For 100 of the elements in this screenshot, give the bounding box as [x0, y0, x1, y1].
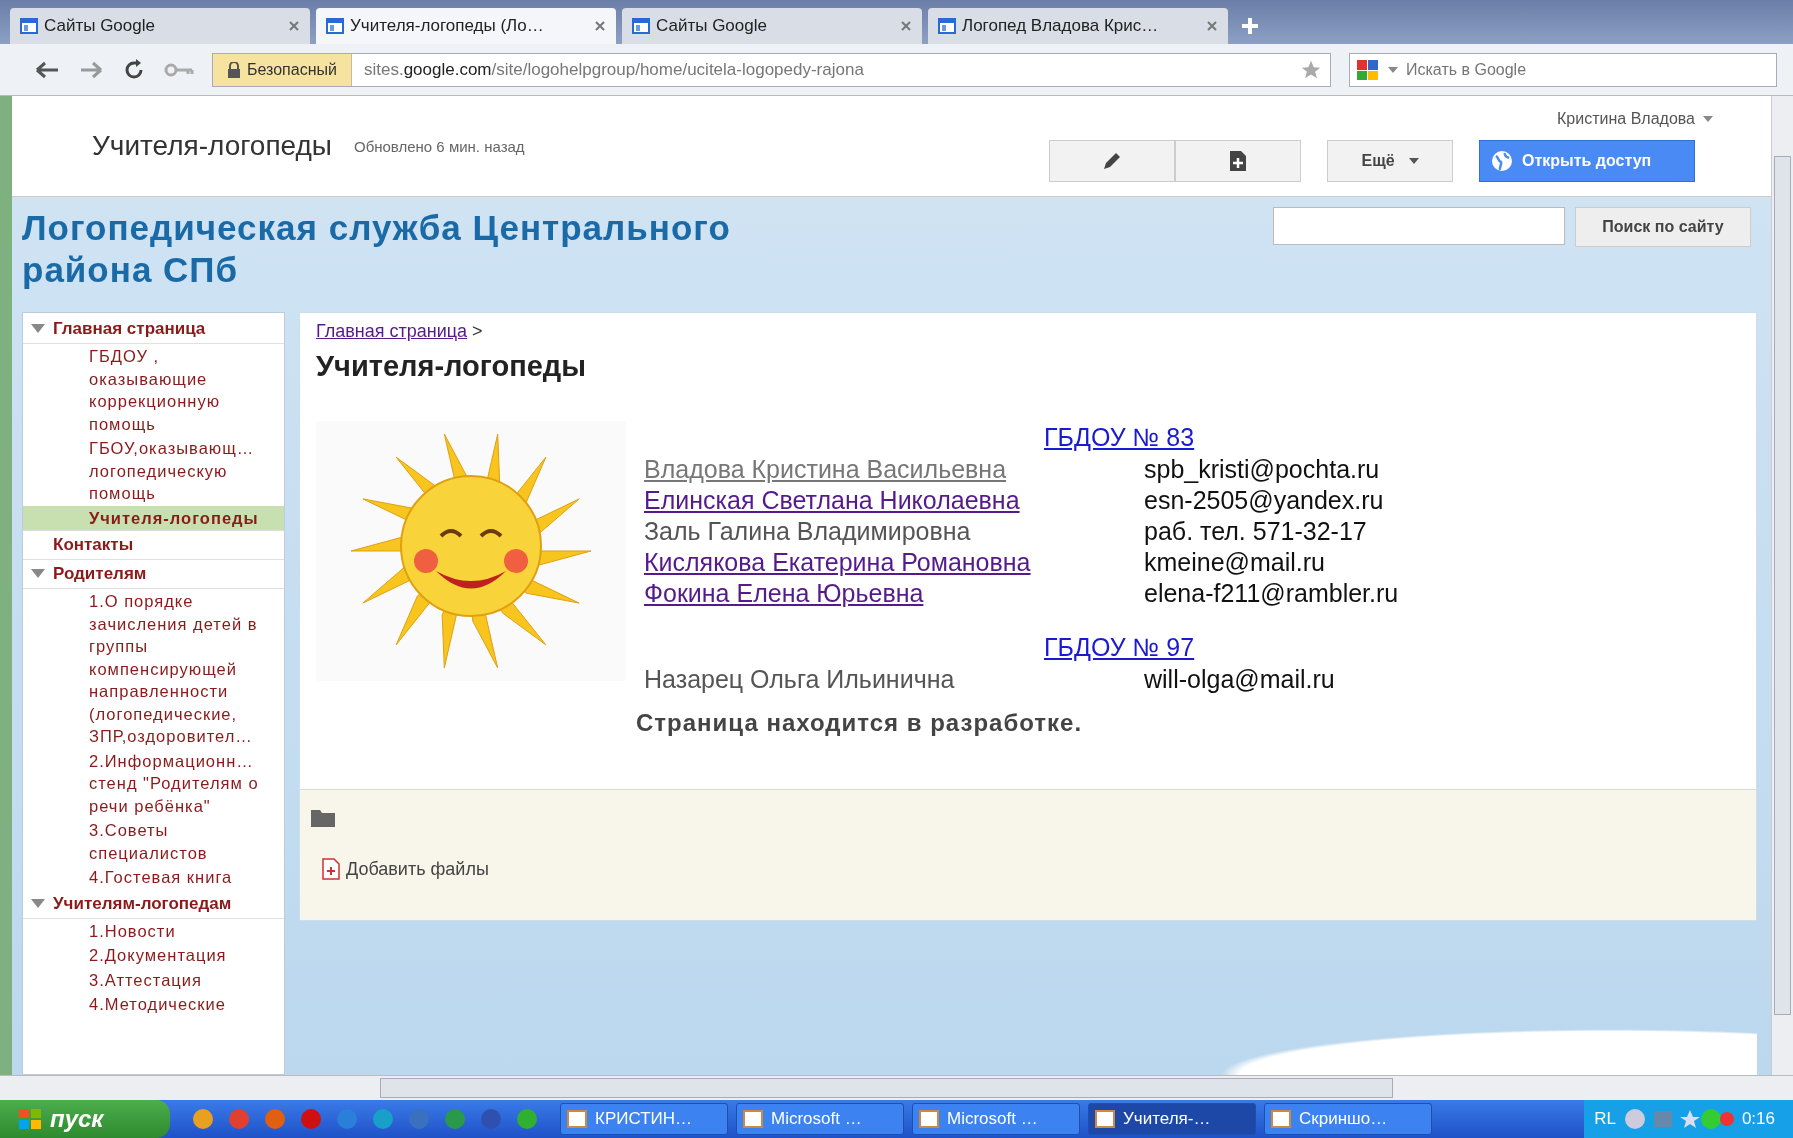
page-icon — [938, 17, 956, 35]
page-heading: Учителя-логопеды — [316, 350, 588, 383]
staff-name-link[interactable]: Владова Кристина Васильевна — [644, 454, 1144, 485]
sidebar-item[interactable]: Главная страница — [23, 315, 284, 344]
browser-tab[interactable]: Учителя-логопеды (Ло… — [316, 8, 616, 44]
breadcrumb-separator: > — [472, 321, 483, 341]
add-file-icon — [322, 858, 340, 880]
app-icon[interactable] — [300, 1108, 322, 1130]
sidebar-subitem[interactable]: ГБОУ,оказывающ… логопедическую помощь — [23, 436, 284, 506]
address-field[interactable]: Безопасный sites.google.com/site/logohelpgroup/home/ucitela-logopedy-rajona — [212, 52, 1331, 87]
globe-icon — [1490, 149, 1514, 173]
breadcrumb-link[interactable]: Главная страница — [316, 321, 468, 341]
sidebar-subitem[interactable]: Учителя-логопеды — [23, 505, 284, 531]
app-icon[interactable] — [264, 1108, 286, 1130]
forward-icon[interactable] — [78, 59, 104, 80]
dropdown-caret-icon[interactable] — [1388, 65, 1398, 74]
app-icon[interactable] — [444, 1108, 466, 1130]
taskbar-button[interactable]: Microsoft … — [912, 1103, 1080, 1135]
expand-triangle-icon[interactable] — [31, 898, 45, 909]
app-icon[interactable] — [516, 1108, 538, 1130]
site-search-field[interactable] — [1273, 207, 1565, 245]
caret-icon — [1408, 158, 1419, 164]
sidebar-subitem[interactable]: 4.Гостевая книга — [23, 865, 284, 890]
sidebar-subitem[interactable]: 2.Информационн… стенд "Родителям о речи ребёнка" — [23, 748, 284, 818]
tab-title: Сайты Google — [44, 16, 156, 36]
sidebar-label: Учителям-логопедам — [53, 892, 232, 915]
staff-contact: elena-f211@rambler.ru — [1144, 578, 1399, 609]
staff-contact: will-olga@mail.ru — [1144, 664, 1335, 695]
taskbar-button[interactable]: Скриншо… — [1264, 1103, 1432, 1135]
page-icon — [326, 17, 344, 35]
sidebar-label: Главная страница — [53, 318, 206, 340]
tab-title: Учителя-логопеды (Ло… — [350, 16, 545, 36]
page-icon — [632, 17, 650, 35]
app-icon[interactable] — [192, 1108, 214, 1130]
browser-tab[interactable]: Сайты Google — [622, 8, 922, 44]
new-tab-icon[interactable] — [1240, 16, 1260, 36]
tab-title: Сайты Google — [656, 16, 768, 36]
start-button[interactable]: пуск — [0, 1100, 170, 1138]
sidebar-subitem[interactable]: ГБДОУ , оказывающие коррекционную помощь — [23, 344, 284, 436]
caret-icon — [1703, 116, 1713, 122]
close-icon[interactable] — [594, 20, 606, 32]
security-badge[interactable]: Безопасный — [213, 53, 352, 86]
staff-name-link[interactable]: Фокина Елена Юрьевна — [644, 578, 1144, 609]
add-page-icon — [1229, 150, 1247, 172]
updated-text: Обновлено 6 мин. назад — [353, 137, 525, 155]
new-page-button[interactable] — [1175, 140, 1301, 182]
taskbar-button[interactable]: Microsoft … — [736, 1103, 904, 1135]
folder-icon — [310, 808, 336, 828]
url-text: sites.google.com/site/logohelpgroup/home/ucitela-logopedy-rajona — [363, 59, 865, 80]
site-search-button[interactable]: Поиск по сайту — [1575, 207, 1751, 247]
school-link[interactable]: ГБДОУ № 83 — [1044, 423, 1195, 451]
sidebar-label: Родителям — [53, 563, 147, 585]
sidebar-subitem[interactable]: 1.Новости — [23, 918, 284, 943]
close-icon[interactable] — [900, 20, 912, 32]
browser-tab[interactable]: Логопед Владова Крис… — [928, 8, 1228, 44]
sidebar-label: Контакты — [53, 534, 134, 556]
close-icon[interactable] — [288, 20, 300, 32]
staff-name: Заль Галина Владимировна — [644, 516, 972, 547]
horizontal-scrollbar[interactable] — [0, 1075, 1793, 1100]
lock-icon — [227, 61, 241, 78]
window-icon — [743, 1110, 763, 1128]
taskbar-button[interactable]: Учителя-… — [1088, 1103, 1256, 1135]
sidebar-subitem[interactable]: 4.Методические — [23, 992, 284, 1017]
search-bar[interactable]: Искать в Google — [1349, 52, 1777, 87]
vertical-scrollbar[interactable] — [1771, 96, 1793, 1075]
window-icon — [1095, 1110, 1115, 1128]
sidebar-subitem[interactable]: 2.Документация — [23, 943, 284, 968]
staff-name-link[interactable]: Елинская Светлана Николаевна — [644, 485, 1144, 516]
staff-contact: esn-2505@yandex.ru — [1144, 485, 1384, 516]
app-icon[interactable] — [480, 1108, 502, 1130]
taskbar-button[interactable]: КРИСТИН… — [560, 1103, 728, 1135]
sidebar-item[interactable]: Учителям-логопедам — [23, 889, 284, 919]
window-icon — [919, 1110, 939, 1128]
sidebar-subitem[interactable]: 3.Аттестация — [23, 967, 284, 992]
close-icon[interactable] — [1206, 20, 1218, 32]
user-menu[interactable]: Кристина Владова — [1557, 110, 1713, 128]
pencil-icon — [1101, 150, 1123, 172]
back-icon[interactable] — [34, 59, 60, 80]
app-icon[interactable] — [408, 1108, 430, 1130]
staff-name-link[interactable]: Кислякова Екатерина Романовна — [644, 547, 1144, 578]
sidebar-item[interactable]: Родителям — [23, 560, 284, 589]
page-title: Учителя-логопеды — [92, 130, 332, 162]
sidebar-item[interactable]: Контакты — [23, 531, 284, 560]
app-icon[interactable] — [372, 1108, 394, 1130]
tab-title: Логопед Владова Крис… — [962, 16, 1160, 36]
sidebar-subitem[interactable]: 1.О порядке зачисления детей в группы компенсирующей направленности (логопедические, ЗПР,оздоровител… — [23, 589, 284, 749]
school-link[interactable]: ГБДОУ № 97 — [1044, 633, 1195, 661]
add-files-link[interactable]: Добавить файлы — [322, 858, 1746, 880]
more-button[interactable]: Ещё — [1327, 140, 1453, 182]
app-icon[interactable] — [228, 1108, 250, 1130]
app-icon[interactable] — [336, 1108, 358, 1130]
key-icon[interactable] — [164, 61, 194, 78]
expand-triangle-icon[interactable] — [31, 324, 45, 334]
staff-contact: раб. тел. 571-32-17 — [1144, 516, 1367, 547]
browser-tab[interactable]: Сайты Google — [10, 8, 310, 44]
status-text: Страница находится в разработке. — [636, 709, 1084, 737]
site-title: Логопедическая служба Центрального района СПб — [22, 207, 732, 291]
sidebar-subitem[interactable]: 3.Советы специалистов — [23, 818, 284, 865]
expand-triangle-icon[interactable] — [31, 569, 45, 579]
page-icon — [20, 17, 38, 35]
